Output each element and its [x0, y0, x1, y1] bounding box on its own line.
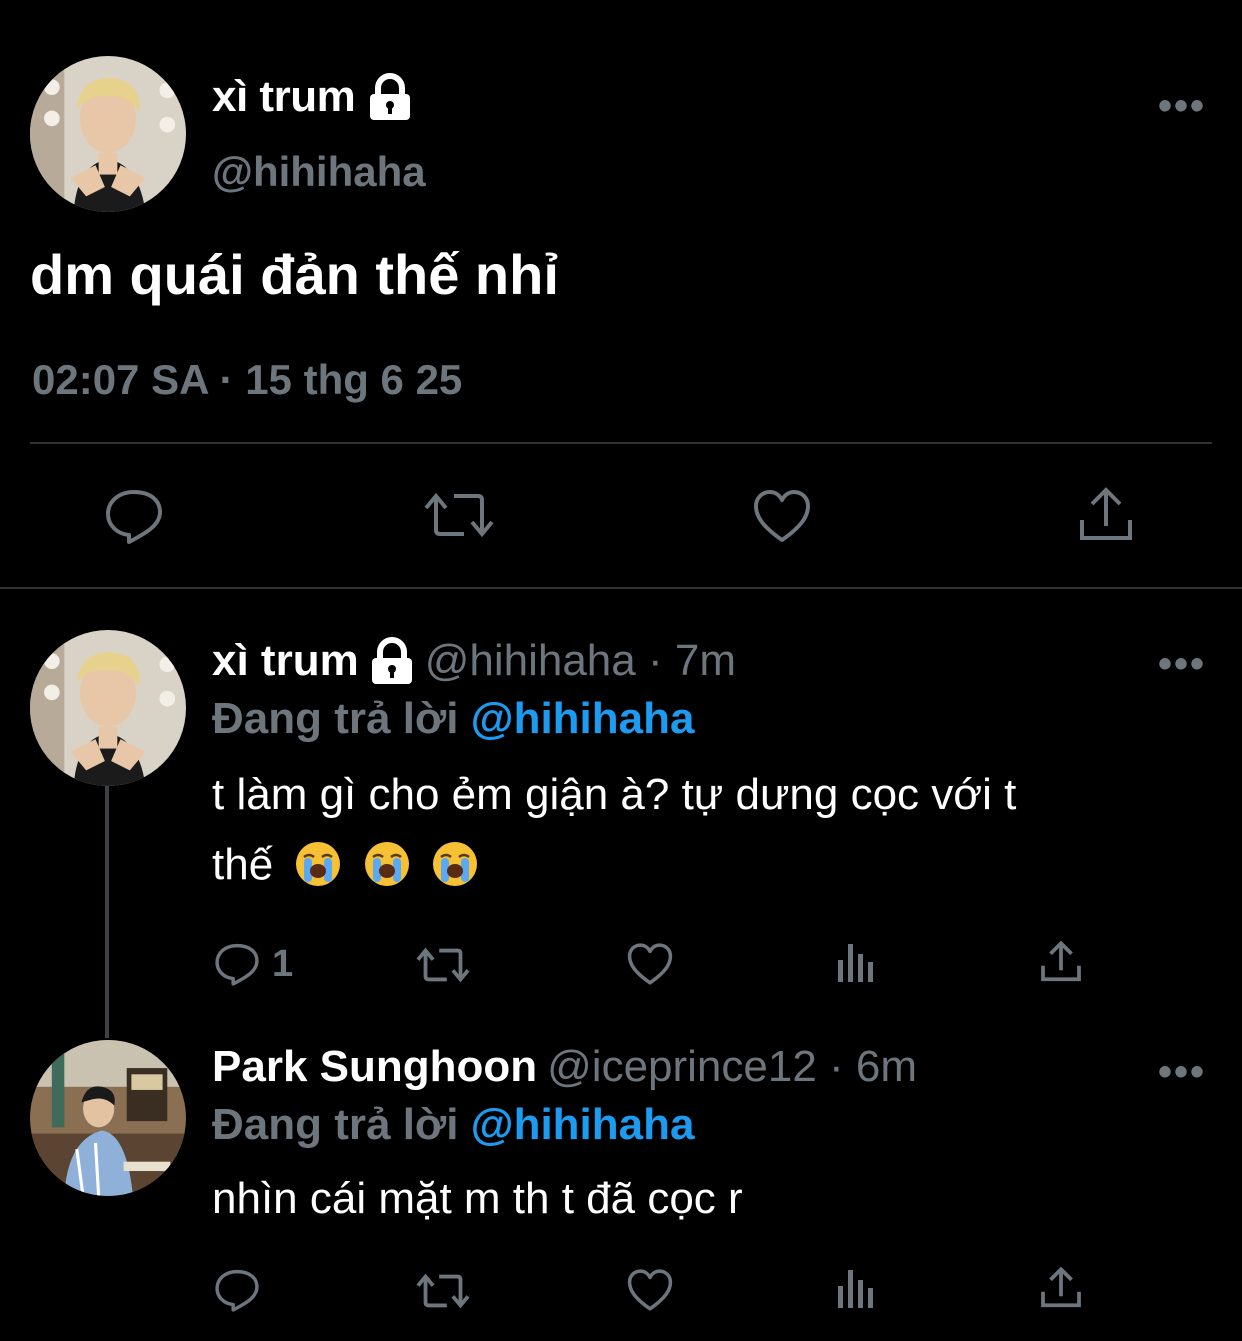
loudly-crying-face-emoji [296, 842, 341, 886]
share-icon [1080, 487, 1132, 540]
analytics-button[interactable] [836, 940, 876, 984]
like-button[interactable] [752, 488, 812, 544]
avatar-image [30, 1040, 186, 1196]
tweet-text-line: nhìn cái mặt m th t đã cọc r [212, 1174, 743, 1223]
divider [0, 587, 1242, 589]
retweet-button[interactable] [416, 1272, 470, 1310]
reply-button[interactable]: 1 [214, 942, 293, 986]
author-name[interactable]: xì trum [212, 636, 415, 686]
mention-link[interactable]: @hihihaha [471, 1100, 695, 1149]
lock-icon [371, 637, 412, 684]
share-button[interactable] [1078, 486, 1134, 544]
like-icon [627, 1269, 673, 1311]
tweet-text: dm quái đản thế nhỉ [30, 243, 559, 306]
lock-icon [370, 73, 411, 120]
tweet-text-line: t làm gì cho ẻm giận à? tự dưng cọc với … [212, 770, 1017, 819]
tweet-text-line: thế [212, 830, 1212, 900]
avatar-image [30, 56, 186, 212]
reply-button[interactable] [104, 488, 164, 544]
avatar[interactable] [30, 1040, 186, 1196]
like-icon [627, 943, 673, 985]
analytics-button[interactable] [836, 1266, 876, 1310]
retweet-button[interactable] [424, 490, 494, 540]
author-handle[interactable]: @hihihaha [212, 148, 426, 196]
share-icon [1041, 940, 1081, 982]
divider [30, 442, 1212, 444]
author-handle-time[interactable]: @iceprince12 · 6m [547, 1042, 917, 1092]
tweet-text: t làm gì cho ẻm giận à? tự dưng cọc với … [212, 760, 1212, 900]
like-button[interactable] [626, 942, 674, 986]
author-name[interactable]: xì trum [212, 72, 413, 122]
author-handle-time[interactable]: @hihihaha · 7m [425, 636, 736, 686]
more-options-button[interactable]: ••• [1158, 86, 1206, 126]
mention-link[interactable]: @hihihaha [471, 694, 695, 743]
replying-to-label: Đang trả lời [212, 1100, 459, 1149]
retweet-icon [416, 1273, 470, 1309]
tweet-timestamp[interactable]: 02:07 SA · 15 thg 6 25 [32, 356, 462, 404]
more-options-button[interactable]: ••• [1158, 644, 1206, 684]
retweet-button[interactable] [416, 946, 470, 984]
share-icon [1041, 1266, 1081, 1308]
display-name[interactable]: Park Sunghoon [212, 1042, 537, 1092]
loudly-crying-face-emoji [364, 842, 409, 886]
like-icon [754, 490, 810, 542]
reply-button[interactable] [214, 1268, 260, 1312]
reply-icon [215, 943, 259, 986]
retweet-icon [424, 492, 494, 538]
tweet-text: nhìn cái mặt m th t đã cọc r [212, 1164, 1212, 1234]
avatar[interactable] [30, 630, 186, 786]
like-button[interactable] [626, 1268, 674, 1312]
avatar-image [30, 630, 186, 786]
analytics-icon [838, 944, 873, 982]
replying-to: Đang trả lời @hihihaha [212, 694, 694, 744]
display-name: xì trum [212, 636, 359, 685]
more-options-button[interactable]: ••• [1158, 1052, 1206, 1092]
analytics-icon [838, 1270, 873, 1308]
reply-count: 1 [272, 942, 294, 985]
replying-to-label: Đang trả lời [212, 694, 459, 743]
reply-header: Park Sunghoon @iceprince12 · 6m [212, 1042, 917, 1092]
avatar[interactable] [30, 56, 186, 212]
tweet-text-line-2: thế [212, 840, 274, 889]
share-button[interactable] [1040, 940, 1082, 984]
thread-connector [105, 786, 109, 1038]
reply-header: xì trum @hihihaha · 7m [212, 636, 736, 686]
loudly-crying-face-emoji [432, 842, 477, 886]
reply-icon [215, 1269, 259, 1312]
share-button[interactable] [1040, 1266, 1082, 1310]
display-name: xì trum [212, 72, 356, 121]
replying-to: Đang trả lời @hihihaha [212, 1100, 694, 1150]
reply-icon [106, 490, 162, 544]
retweet-icon [416, 947, 470, 983]
